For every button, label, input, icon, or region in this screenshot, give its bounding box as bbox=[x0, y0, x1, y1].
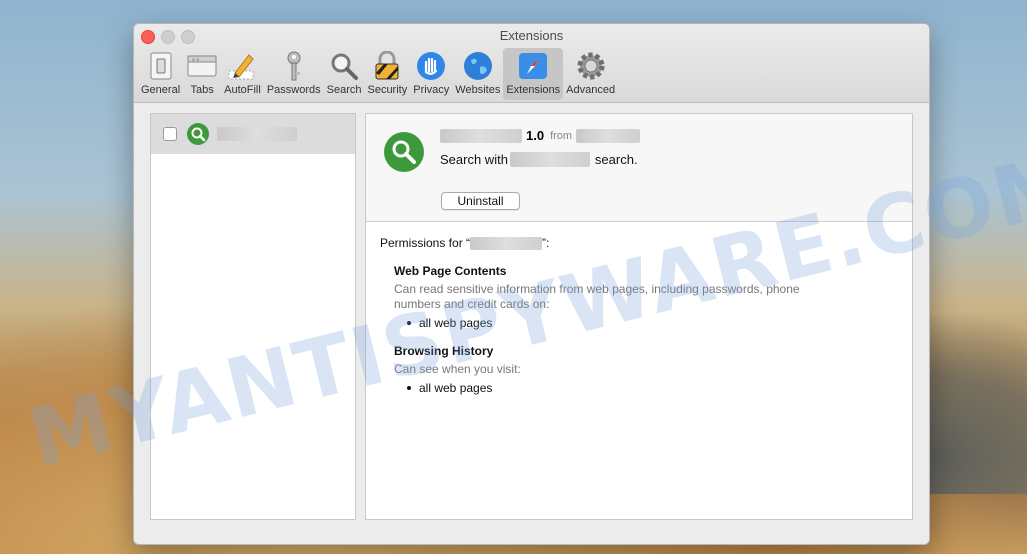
list-item: all web pages bbox=[407, 381, 898, 395]
gear-icon bbox=[575, 50, 607, 82]
permission-description: Can see when you visit: bbox=[394, 362, 521, 376]
tab-advanced[interactable]: Advanced bbox=[563, 48, 618, 100]
magnifier-icon bbox=[328, 50, 360, 82]
extensions-list bbox=[150, 113, 356, 520]
globe-icon bbox=[462, 50, 494, 82]
extension-detail: 1.0 from Search with search. Uninstall P… bbox=[365, 113, 913, 520]
svg-text:× ×: × × bbox=[192, 58, 199, 64]
permissions-title-prefix: Permissions for “ bbox=[380, 236, 471, 250]
preferences-toolbar: General × × Tabs AutoFill Passwords Sear… bbox=[138, 48, 618, 100]
extension-version: 1.0 bbox=[526, 128, 545, 143]
tab-passwords[interactable]: Passwords bbox=[264, 48, 324, 100]
redacted-extension-name bbox=[440, 128, 522, 143]
extension-description: Search with search. bbox=[440, 152, 638, 167]
enable-checkbox[interactable] bbox=[163, 127, 177, 141]
search-suffix: search. bbox=[594, 152, 638, 167]
tab-label: Passwords bbox=[266, 84, 321, 96]
permission-web-page-contents: Web Page Contents Can read sensitive inf… bbox=[394, 264, 898, 330]
permission-scope: all web pages bbox=[419, 316, 493, 330]
tab-websites[interactable]: Websites bbox=[452, 48, 503, 100]
permission-scope: all web pages bbox=[419, 381, 493, 395]
permission-heading: Web Page Contents bbox=[394, 264, 507, 278]
permissions-section: Permissions for “ ”: Web Page Contents C… bbox=[366, 222, 912, 409]
redacted-extension-name bbox=[470, 236, 543, 250]
tab-label: Tabs bbox=[190, 84, 214, 96]
tab-label: Websites bbox=[455, 84, 501, 96]
permissions-title-suffix: ”: bbox=[542, 236, 550, 250]
list-item[interactable] bbox=[151, 114, 355, 154]
tab-label: Extensions bbox=[506, 84, 561, 96]
tab-general[interactable]: General bbox=[138, 48, 183, 100]
extension-search-icon bbox=[384, 132, 424, 172]
hand-icon bbox=[415, 50, 447, 82]
preferences-window: Extensions General × × Tabs AutoFill Pas… bbox=[133, 23, 930, 545]
extension-search-icon bbox=[187, 123, 209, 145]
key-icon bbox=[278, 50, 310, 82]
extension-header: 1.0 from Search with search. Uninstall bbox=[366, 114, 912, 222]
from-label: from bbox=[550, 129, 573, 142]
bullet-icon bbox=[407, 386, 411, 390]
tab-autofill[interactable]: AutoFill bbox=[221, 48, 264, 100]
uninstall-button[interactable]: Uninstall bbox=[441, 192, 520, 210]
tab-search[interactable]: Search bbox=[324, 48, 365, 100]
tab-security[interactable]: Security bbox=[364, 48, 410, 100]
permissions-title: Permissions for “ ”: bbox=[380, 236, 898, 250]
extension-title-line: 1.0 from bbox=[440, 128, 641, 143]
tab-label: General bbox=[141, 84, 181, 96]
tab-label: Security bbox=[367, 84, 408, 96]
redacted-developer-name bbox=[576, 128, 641, 143]
tab-tabs[interactable]: × × Tabs bbox=[183, 48, 221, 100]
permission-browsing-history: Browsing History Can see when you visit:… bbox=[394, 344, 898, 395]
general-switch-icon bbox=[145, 50, 177, 82]
redacted-extension-name bbox=[217, 127, 297, 141]
redacted-search-name bbox=[509, 152, 590, 167]
compass-icon bbox=[517, 50, 549, 82]
tab-label: Privacy bbox=[413, 84, 450, 96]
extensions-content: 1.0 from Search with search. Uninstall P… bbox=[134, 103, 929, 544]
padlock-icon bbox=[371, 50, 403, 82]
tab-extensions[interactable]: Extensions bbox=[503, 48, 564, 100]
bullet-icon bbox=[407, 321, 411, 325]
tab-label: Advanced bbox=[566, 84, 616, 96]
search-prefix: Search with bbox=[440, 152, 508, 167]
list-item: all web pages bbox=[407, 316, 898, 330]
permission-heading: Browsing History bbox=[394, 344, 494, 358]
window-title: Extensions bbox=[499, 28, 564, 43]
pencil-icon bbox=[226, 50, 258, 82]
tab-label: AutoFill bbox=[224, 84, 261, 96]
tab-privacy[interactable]: Privacy bbox=[410, 48, 452, 100]
tab-label: Search bbox=[326, 84, 362, 96]
titlebar: Extensions General × × Tabs AutoFill Pas… bbox=[134, 24, 929, 103]
tabs-icon: × × bbox=[186, 50, 218, 82]
permission-description: Can read sensitive information from web … bbox=[394, 282, 800, 311]
